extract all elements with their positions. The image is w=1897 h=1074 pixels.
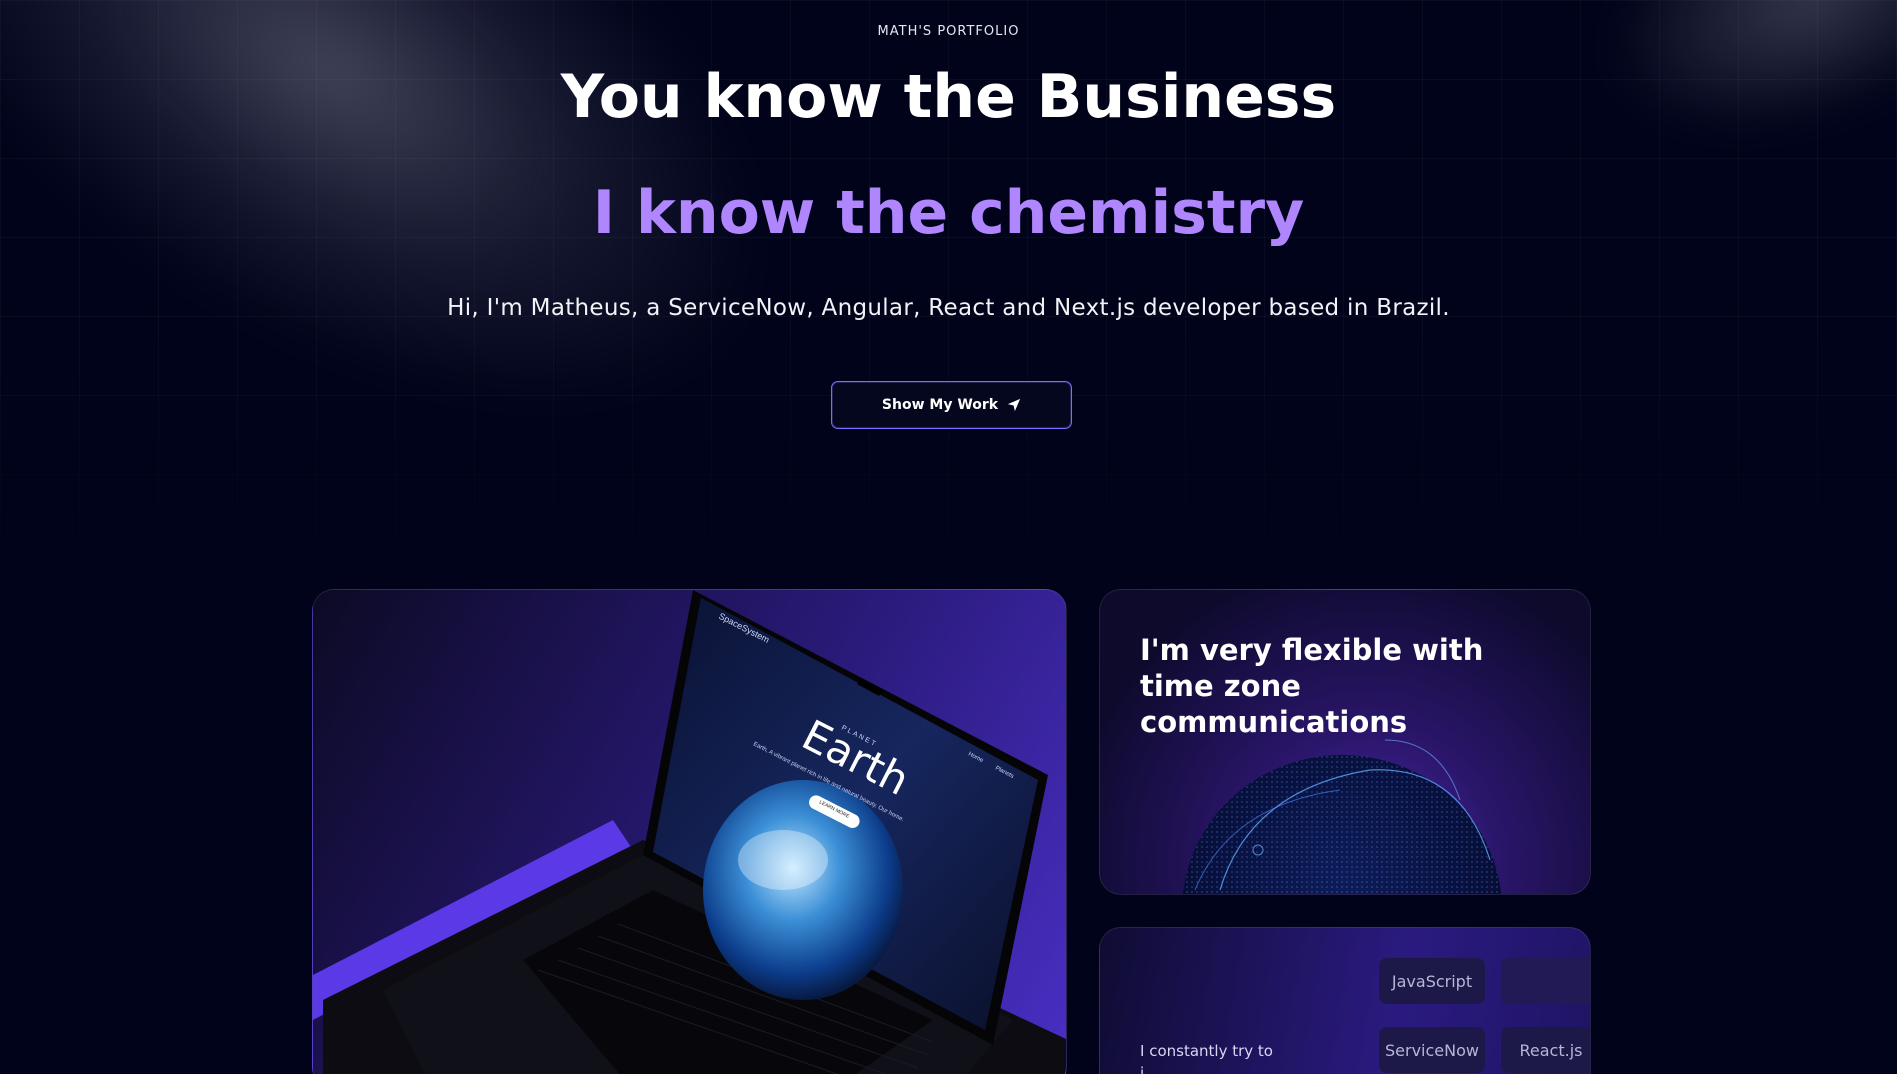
- hero-title-line-2: I know the chemistry: [592, 178, 1305, 248]
- timezone-card: I'm very flexible with time zone communi…: [1099, 589, 1591, 895]
- chip-javascript: JavaScript: [1379, 958, 1485, 1004]
- chip-empty: [1501, 958, 1590, 1004]
- laptop-illustration: SpaceSystem PLANET Earth Earth, A vibran…: [313, 590, 1066, 1074]
- tech-stack-card: I constantly try to i JavaScript Service…: [1099, 927, 1591, 1074]
- chip-servicenow: ServiceNow: [1379, 1027, 1485, 1073]
- location-arrow-icon: [1007, 398, 1021, 412]
- show-my-work-button[interactable]: Show My Work: [831, 381, 1072, 429]
- hero-eyebrow: MATH'S PORTFOLIO: [877, 24, 1020, 39]
- hero-title-line-1: You know the Business: [560, 62, 1337, 132]
- stack-description: I constantly try to: [1140, 1042, 1273, 1060]
- timezone-heading: I'm very flexible with time zone communi…: [1140, 633, 1484, 739]
- hero-subtitle: Hi, I'm Matheus, a ServiceNow, Angular, …: [447, 295, 1450, 321]
- chip-reactjs: React.js: [1501, 1027, 1590, 1073]
- show-my-work-label: Show My Work: [881, 397, 999, 413]
- laptop-showcase-card: SpaceSystem PLANET Earth Earth, A vibran…: [312, 589, 1067, 1074]
- stack-description-cont: i: [1140, 1064, 1145, 1074]
